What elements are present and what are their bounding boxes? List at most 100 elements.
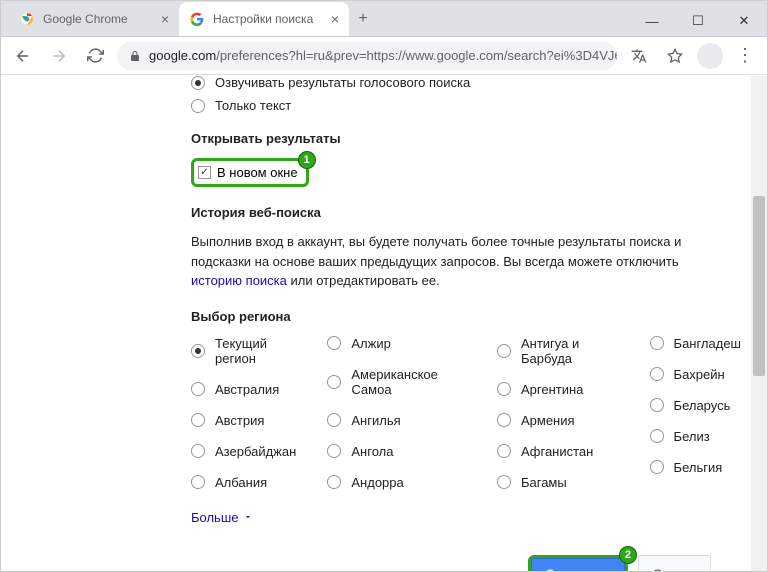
region-option[interactable]: Багамы xyxy=(497,475,632,490)
voice-option-text[interactable]: Только текст xyxy=(191,98,741,113)
radio-icon xyxy=(650,429,664,443)
region-option[interactable]: Афганистан xyxy=(497,444,632,459)
google-icon xyxy=(189,11,205,27)
radio-icon xyxy=(191,475,205,489)
region-label: Бельгия xyxy=(674,460,723,475)
region-label: Аргентина xyxy=(521,382,583,397)
menu-button[interactable]: ⋮ xyxy=(731,42,759,70)
region-label: Беларусь xyxy=(674,398,731,413)
checkbox-icon: ✓ xyxy=(198,166,211,179)
region-option[interactable]: Андорра xyxy=(327,475,479,490)
lock-icon xyxy=(129,50,141,62)
region-label: Австрия xyxy=(215,413,264,428)
region-option[interactable]: Аргентина xyxy=(497,382,632,397)
chrome-icon xyxy=(19,11,35,27)
close-icon[interactable]: × xyxy=(331,11,339,27)
tab-chrome[interactable]: Google Chrome × xyxy=(9,2,179,36)
scrollbar-track[interactable] xyxy=(751,76,767,571)
url-domain: google.com xyxy=(149,48,216,63)
region-label: Алжир xyxy=(351,336,390,351)
address-bar[interactable]: google.com/preferences?hl=ru&prev=https:… xyxy=(117,42,617,70)
voice-option-speak[interactable]: Озвучивать результаты голосового поиска xyxy=(191,75,741,90)
close-window-button[interactable]: ✕ xyxy=(721,6,767,36)
radio-icon xyxy=(327,375,341,389)
region-option[interactable]: Азербайджан xyxy=(191,444,309,459)
radio-icon xyxy=(497,444,511,458)
region-label: Австралия xyxy=(215,382,279,397)
region-option[interactable]: Албания xyxy=(191,475,309,490)
region-option[interactable]: Белиз xyxy=(650,429,741,444)
close-icon[interactable]: × xyxy=(161,11,169,27)
radio-icon xyxy=(327,444,341,458)
radio-icon xyxy=(327,413,341,427)
section-title: Открывать результаты xyxy=(191,131,741,146)
scrollbar-thumb[interactable] xyxy=(753,196,765,376)
tab-title: Google Chrome xyxy=(43,12,128,26)
translate-icon[interactable] xyxy=(625,42,653,70)
region-option[interactable]: Текущий регион xyxy=(191,336,309,366)
radio-icon xyxy=(327,475,341,489)
region-option[interactable]: Австрия xyxy=(191,413,309,428)
region-option[interactable]: Ангилья xyxy=(327,413,479,428)
region-option[interactable]: Армения xyxy=(497,413,632,428)
history-link[interactable]: историю поиска xyxy=(191,273,287,288)
region-label: Текущий регион xyxy=(215,336,309,366)
profile-avatar[interactable] xyxy=(697,43,723,69)
radio-icon xyxy=(191,413,205,427)
tab-strip: Google Chrome × Настройки поиска × + xyxy=(9,2,377,36)
region-option[interactable]: Алжир xyxy=(327,336,479,351)
region-option[interactable]: Американское Самоа xyxy=(327,367,479,397)
radio-icon xyxy=(191,444,205,458)
region-label: Албания xyxy=(215,475,267,490)
new-window-checkbox[interactable]: ✓ В новом окне 1 xyxy=(191,158,309,187)
region-option[interactable]: Антигуа и Барбуда xyxy=(497,336,632,366)
radio-icon xyxy=(191,99,205,113)
region-label: Азербайджан xyxy=(215,444,296,459)
browser-toolbar: google.com/preferences?hl=ru&prev=https:… xyxy=(1,37,767,75)
save-highlight: Сохранить 2 xyxy=(528,555,628,572)
radio-icon xyxy=(650,398,664,412)
region-option[interactable]: Бахрейн xyxy=(650,367,741,382)
region-label: Бангладеш xyxy=(674,336,741,351)
reload-button[interactable] xyxy=(81,42,109,70)
url-path: /preferences?hl=ru&prev=https://www.goog… xyxy=(216,48,617,63)
region-option[interactable]: Беларусь xyxy=(650,398,741,413)
bookmark-icon[interactable] xyxy=(661,42,689,70)
region-option[interactable]: Австралия xyxy=(191,382,309,397)
more-regions-link[interactable]: Больше xyxy=(191,510,253,525)
tab-settings[interactable]: Настройки поиска × xyxy=(179,2,349,36)
action-buttons: Сохранить 2 Отмена xyxy=(191,555,741,572)
history-description: Выполнив вход в аккаунт, вы будете получ… xyxy=(191,232,721,291)
forward-button[interactable] xyxy=(45,42,73,70)
radio-icon xyxy=(650,460,664,474)
annotation-badge: 2 xyxy=(619,546,637,564)
radio-icon xyxy=(650,367,664,381)
region-label: Багамы xyxy=(521,475,567,490)
radio-label: Озвучивать результаты голосового поиска xyxy=(215,75,470,90)
region-label: Бахрейн xyxy=(674,367,725,382)
region-option[interactable]: Бельгия xyxy=(650,460,741,475)
minimize-button[interactable]: — xyxy=(629,6,675,36)
region-section: Выбор региона Текущий регионАвстралияАвс… xyxy=(191,309,741,527)
radio-icon xyxy=(191,382,205,396)
checkbox-label: В новом окне xyxy=(217,165,298,180)
back-button[interactable] xyxy=(9,42,37,70)
region-label: Американское Самоа xyxy=(351,367,479,397)
chevron-down-icon xyxy=(243,512,253,522)
radio-icon xyxy=(650,336,664,350)
open-results-section: Открывать результаты ✓ В новом окне 1 xyxy=(191,131,741,187)
new-tab-button[interactable]: + xyxy=(349,2,377,36)
region-option[interactable]: Бангладеш xyxy=(650,336,741,351)
region-label: Афганистан xyxy=(521,444,593,459)
maximize-button[interactable]: ☐ xyxy=(675,6,721,36)
region-label: Армения xyxy=(521,413,575,428)
radio-icon xyxy=(327,336,341,350)
page-content: Озвучивать результаты голосового поиска … xyxy=(1,75,767,571)
region-option[interactable]: Ангола xyxy=(327,444,479,459)
region-label: Антигуа и Барбуда xyxy=(521,336,632,366)
save-button[interactable]: Сохранить xyxy=(531,558,625,572)
history-section: История веб-поиска Выполнив вход в аккау… xyxy=(191,205,741,291)
radio-label: Только текст xyxy=(215,98,291,113)
cancel-button[interactable]: Отмена xyxy=(638,555,711,572)
radio-icon xyxy=(497,413,511,427)
